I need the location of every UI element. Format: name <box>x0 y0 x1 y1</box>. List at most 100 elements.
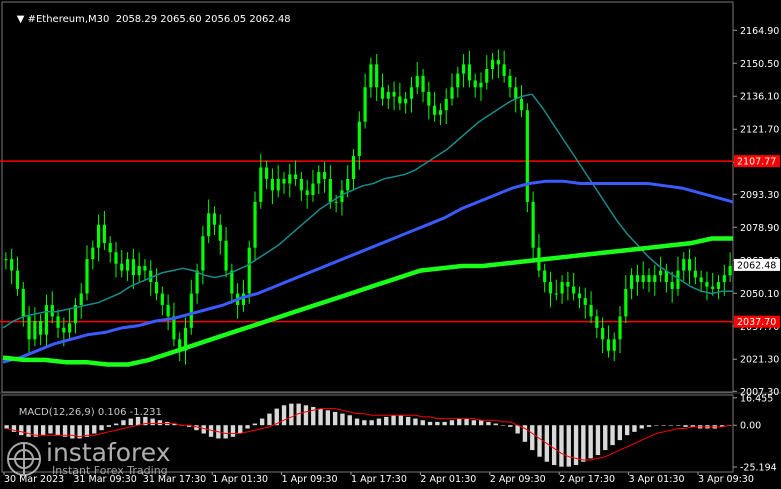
candle-body <box>554 293 558 295</box>
x-tick-label: 1 Apr 17:30 <box>351 474 407 485</box>
candle-body <box>415 75 419 88</box>
x-tick-label: 2 Apr 09:30 <box>490 474 546 485</box>
macd-bar <box>595 425 601 456</box>
candle-body <box>149 270 153 283</box>
macd-bar <box>223 425 228 439</box>
ma-mid-line <box>2 179 734 364</box>
candle-body <box>502 64 506 76</box>
candle-body <box>4 259 8 261</box>
candle-body <box>653 275 657 283</box>
candle-body <box>682 259 686 271</box>
candle-body <box>456 73 460 88</box>
macd-bar <box>238 425 243 434</box>
candle-body <box>589 304 593 317</box>
candle-body <box>293 174 298 179</box>
macd-bar <box>683 425 688 427</box>
candle-body <box>404 98 408 104</box>
candle-body <box>85 259 89 294</box>
macd-bar <box>661 425 666 426</box>
macd-bar <box>654 425 659 426</box>
candle-body <box>56 316 60 328</box>
macd-bar <box>508 425 513 427</box>
candle-body <box>630 275 634 289</box>
candle-body <box>357 121 361 157</box>
macd-label: MACD(12,26,9) <box>18 407 95 418</box>
candle-body <box>711 286 715 289</box>
candle-body <box>317 172 321 184</box>
candle-body <box>62 327 66 333</box>
ma-slow-line <box>2 236 733 367</box>
triangle-down-icon[interactable]: ▼ <box>17 14 28 25</box>
ohlc-values: 2058.29 2065.60 2056.05 2062.48 <box>115 14 291 25</box>
macd-y-tick-label: -25.194 <box>740 463 777 474</box>
candle-body <box>79 293 83 305</box>
candle-body <box>595 316 599 328</box>
candle-body <box>125 259 130 271</box>
chart-window[interactable]: 2164.90 2150.50 2136.10 2121.70 2107.77 2093.… <box>0 0 781 489</box>
macd-bar <box>551 425 557 466</box>
macd-bar <box>398 415 404 426</box>
candle-body <box>44 304 49 335</box>
candle-body <box>224 240 228 271</box>
macd-bar <box>347 415 352 426</box>
candle-body <box>33 320 37 340</box>
candle-body <box>705 282 709 287</box>
macd-y-tick-label: 0.00 <box>740 421 761 432</box>
macd-bar <box>376 418 382 426</box>
candle-body <box>120 263 124 271</box>
candle-body <box>241 293 246 305</box>
candle-body <box>462 64 466 74</box>
macd-bar <box>610 425 615 446</box>
candle-body <box>114 252 118 264</box>
candle-body <box>380 87 385 99</box>
macd-values: 0.106 -1.231 <box>97 407 162 418</box>
macd-bar <box>464 418 469 426</box>
candle-body <box>560 282 564 294</box>
macd-bar <box>391 415 396 426</box>
candle-body <box>618 316 622 340</box>
candle-body <box>363 87 367 122</box>
macd-bar <box>384 416 389 426</box>
x-tick-label: 1 Apr 01:30 <box>212 474 268 485</box>
candle-body <box>624 288 628 317</box>
macd-bar <box>500 425 506 426</box>
watermark-tagline: Instant Forex Trading <box>52 464 168 477</box>
candle-body <box>601 327 605 340</box>
candle-body <box>102 224 106 244</box>
candle-body <box>50 304 54 317</box>
candle-body <box>467 64 471 81</box>
candle-body <box>670 282 674 289</box>
x-tick-label: 2 Apr 01:30 <box>420 474 476 485</box>
candle-body <box>143 266 147 271</box>
macd-bar <box>676 425 681 426</box>
macd-bar <box>332 411 338 426</box>
candle-body <box>195 270 199 294</box>
y-tick-label: 2093.30 <box>740 190 779 201</box>
candle-body <box>259 167 263 202</box>
macd-bar <box>639 425 644 429</box>
macd-bar <box>289 403 294 426</box>
candle-body <box>583 298 587 305</box>
macd-bar <box>230 425 236 437</box>
candle-body <box>508 75 512 88</box>
candle-body <box>566 282 570 287</box>
macd-header: MACD(12,26,9) 0.106 -1.231 <box>6 396 162 429</box>
candle-body <box>375 64 379 88</box>
macd-bar <box>478 420 484 426</box>
macd-bar <box>493 423 498 426</box>
candle-body <box>716 282 721 289</box>
candle-body <box>15 270 20 289</box>
candle-body <box>433 105 437 115</box>
symbol-header[interactable]: ▼ #Ethereum,M30 2058.29 2065.60 2056.05 … <box>4 3 291 36</box>
candle-body <box>409 87 414 99</box>
candle-body <box>386 91 390 99</box>
candle-body <box>635 275 639 283</box>
candle-body <box>282 178 286 184</box>
macd-bar <box>646 425 652 427</box>
x-tick-label: 3 Apr 09:30 <box>698 474 754 485</box>
candle-body <box>398 96 402 104</box>
candle-body <box>137 266 141 276</box>
candle-body <box>334 201 338 203</box>
candle-body <box>577 293 582 299</box>
candle-body <box>328 178 332 202</box>
